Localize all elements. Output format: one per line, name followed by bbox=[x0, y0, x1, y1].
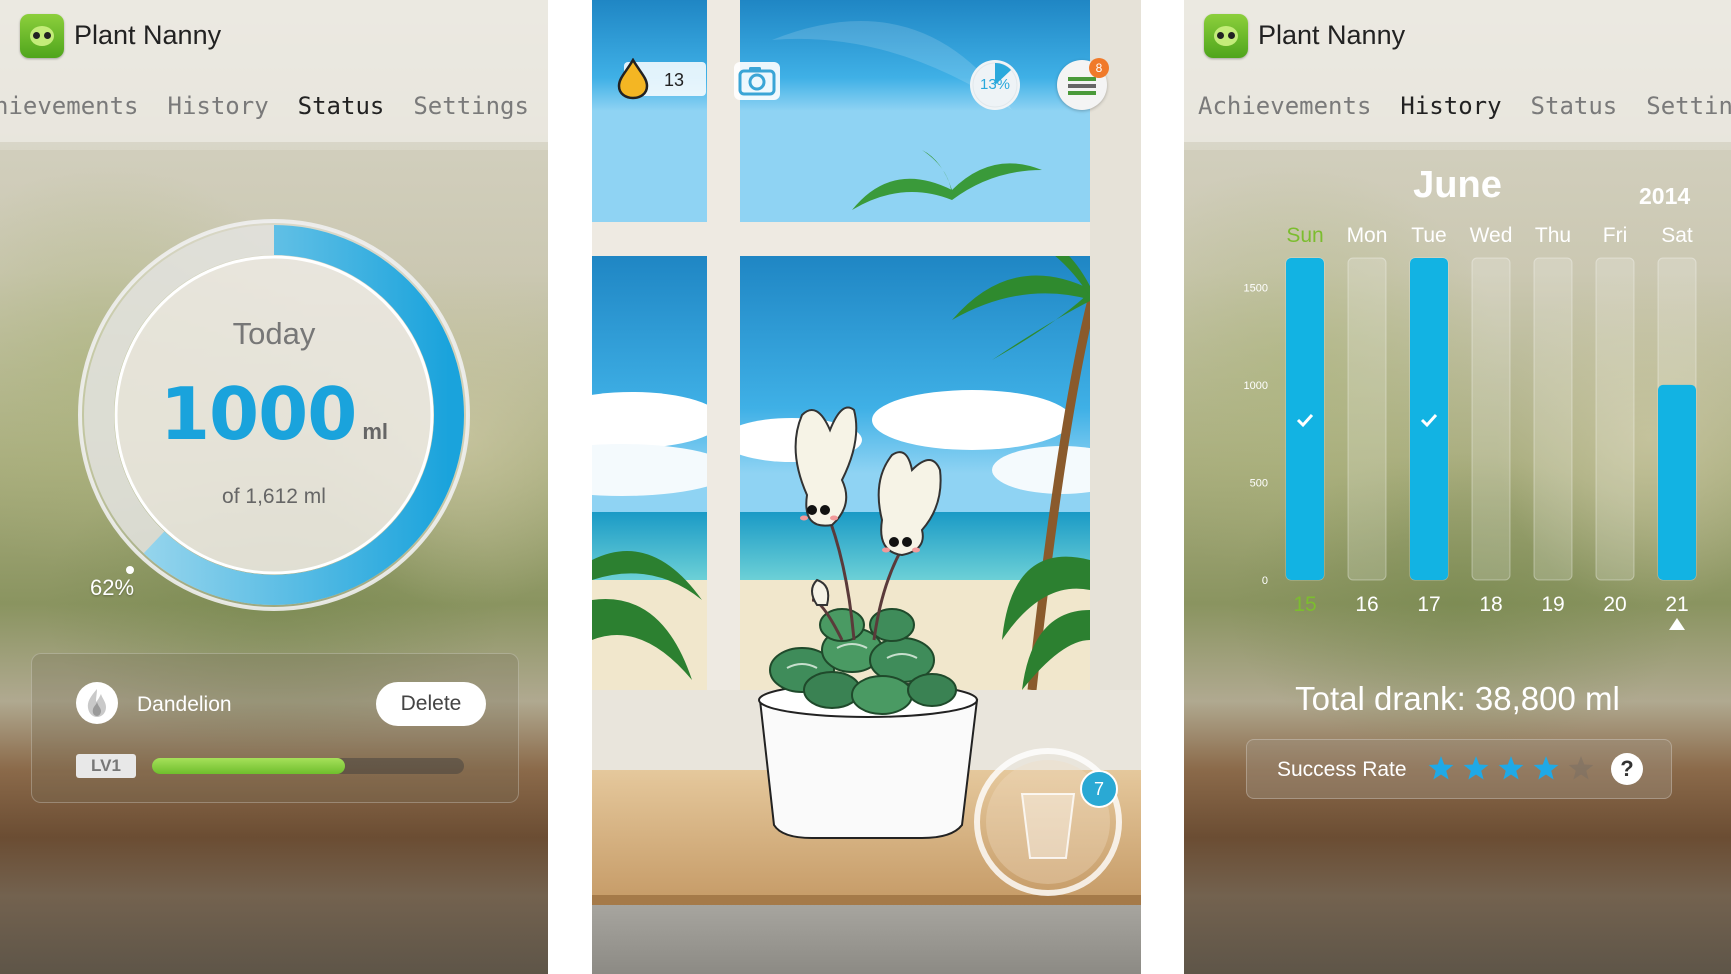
success-rate-label: Success Rate bbox=[1277, 758, 1407, 781]
date-label: 18 bbox=[1479, 593, 1502, 616]
daily-goal-text: of 1,612 ml bbox=[222, 485, 326, 508]
water-drop-icon bbox=[617, 58, 649, 100]
app-header: Plant Nanny hievements History Status Setti… bbox=[0, 0, 548, 142]
garden-screen: 13 13% 8 7 bbox=[592, 0, 1141, 974]
star-empty-icon bbox=[1568, 756, 1594, 780]
y-tick-label: 500 bbox=[1250, 477, 1268, 489]
level-progress-fill bbox=[152, 758, 346, 774]
y-tick-label: 0 bbox=[1262, 575, 1268, 587]
selected-day-indicator-icon bbox=[1669, 618, 1685, 630]
bar-track[interactable] bbox=[1347, 257, 1387, 581]
date-label: 15 bbox=[1293, 593, 1316, 616]
completion-progress-button[interactable]: 13% bbox=[970, 60, 1020, 110]
y-tick-label: 1000 bbox=[1244, 380, 1268, 392]
bar-track[interactable] bbox=[1595, 257, 1635, 581]
app-title: Plant Nanny bbox=[74, 20, 222, 50]
plant-nanny-app-icon bbox=[20, 14, 64, 58]
date-label: 20 bbox=[1603, 593, 1626, 616]
star-filled-icon bbox=[1533, 756, 1559, 780]
tab-settings[interactable]: Settings bbox=[413, 92, 529, 120]
help-button[interactable]: ? bbox=[1611, 753, 1643, 785]
weekday-label: Tue bbox=[1411, 224, 1446, 247]
progress-marker bbox=[126, 566, 134, 574]
date-label: 17 bbox=[1417, 593, 1440, 616]
water-drops-count: 13 bbox=[664, 70, 685, 90]
success-rate-panel: Success Rate ? bbox=[1246, 739, 1672, 799]
water-drops-counter[interactable]: 13 bbox=[617, 58, 706, 100]
bar-track[interactable] bbox=[1471, 257, 1511, 581]
weekday-label: Sun bbox=[1286, 224, 1323, 247]
success-rating-stars bbox=[1428, 756, 1594, 780]
weekday-label: Mon bbox=[1347, 224, 1388, 247]
weekday-label: Thu bbox=[1535, 224, 1571, 247]
completion-percent: 13% bbox=[979, 76, 1011, 93]
level-progress-bar bbox=[152, 758, 464, 774]
intake-bar[interactable] bbox=[1658, 384, 1696, 580]
weekday-label: Sat bbox=[1661, 224, 1693, 247]
intake-bar[interactable] bbox=[1410, 258, 1448, 580]
delete-button[interactable]: Delete bbox=[376, 682, 486, 726]
progress-percent: 62% bbox=[90, 575, 135, 600]
bar-track[interactable] bbox=[1533, 257, 1573, 581]
tab-achievements[interactable]: hievements bbox=[0, 92, 139, 120]
y-tick-label: 1500 bbox=[1244, 282, 1268, 294]
level-badge: LV1 bbox=[76, 754, 136, 778]
date-label: 21 bbox=[1665, 593, 1688, 616]
tab-bar: hievements History Status Settings bbox=[0, 92, 548, 120]
tab-status[interactable]: Status bbox=[298, 92, 385, 120]
star-filled-icon bbox=[1498, 756, 1524, 780]
star-filled-icon bbox=[1428, 756, 1454, 780]
intake-bar[interactable] bbox=[1286, 258, 1324, 580]
date-label: 19 bbox=[1541, 593, 1564, 616]
glass-count-badge: 7 bbox=[1080, 770, 1118, 808]
notification-badge: 8 bbox=[1089, 58, 1109, 78]
history-screen: Plant Nanny Achievements History Status Set… bbox=[1184, 0, 1731, 974]
today-label: Today bbox=[232, 316, 316, 351]
intake-unit: ml bbox=[362, 419, 389, 444]
weekday-label: Wed bbox=[1470, 224, 1513, 247]
flame-icon bbox=[76, 682, 118, 724]
status-screen: Plant Nanny hievements History Status Setti… bbox=[0, 0, 548, 974]
total-drank: Total drank: 38,800 ml bbox=[1295, 680, 1620, 717]
weekday-label: Fri bbox=[1603, 224, 1628, 247]
star-filled-icon bbox=[1463, 756, 1489, 780]
menu-button[interactable]: 8 bbox=[1057, 58, 1109, 110]
plant-card: Dandelion Delete LV1 bbox=[31, 653, 519, 803]
intake-value: 1000 bbox=[159, 372, 357, 456]
log-water-button[interactable]: 7 bbox=[974, 748, 1122, 896]
plant-name: Dandelion bbox=[137, 693, 232, 716]
weekly-intake-chart: 0 500 1000 1500 Sun 15 Mon 16 Tue 17 Wed 18 Thu 19 Fri… bbox=[1244, 224, 1697, 630]
tab-history[interactable]: History bbox=[168, 92, 269, 120]
date-label: 16 bbox=[1355, 593, 1378, 616]
intake-amount: 1000 ml bbox=[0, 372, 548, 456]
camera-button[interactable] bbox=[734, 62, 780, 100]
camera-icon bbox=[738, 67, 776, 96]
